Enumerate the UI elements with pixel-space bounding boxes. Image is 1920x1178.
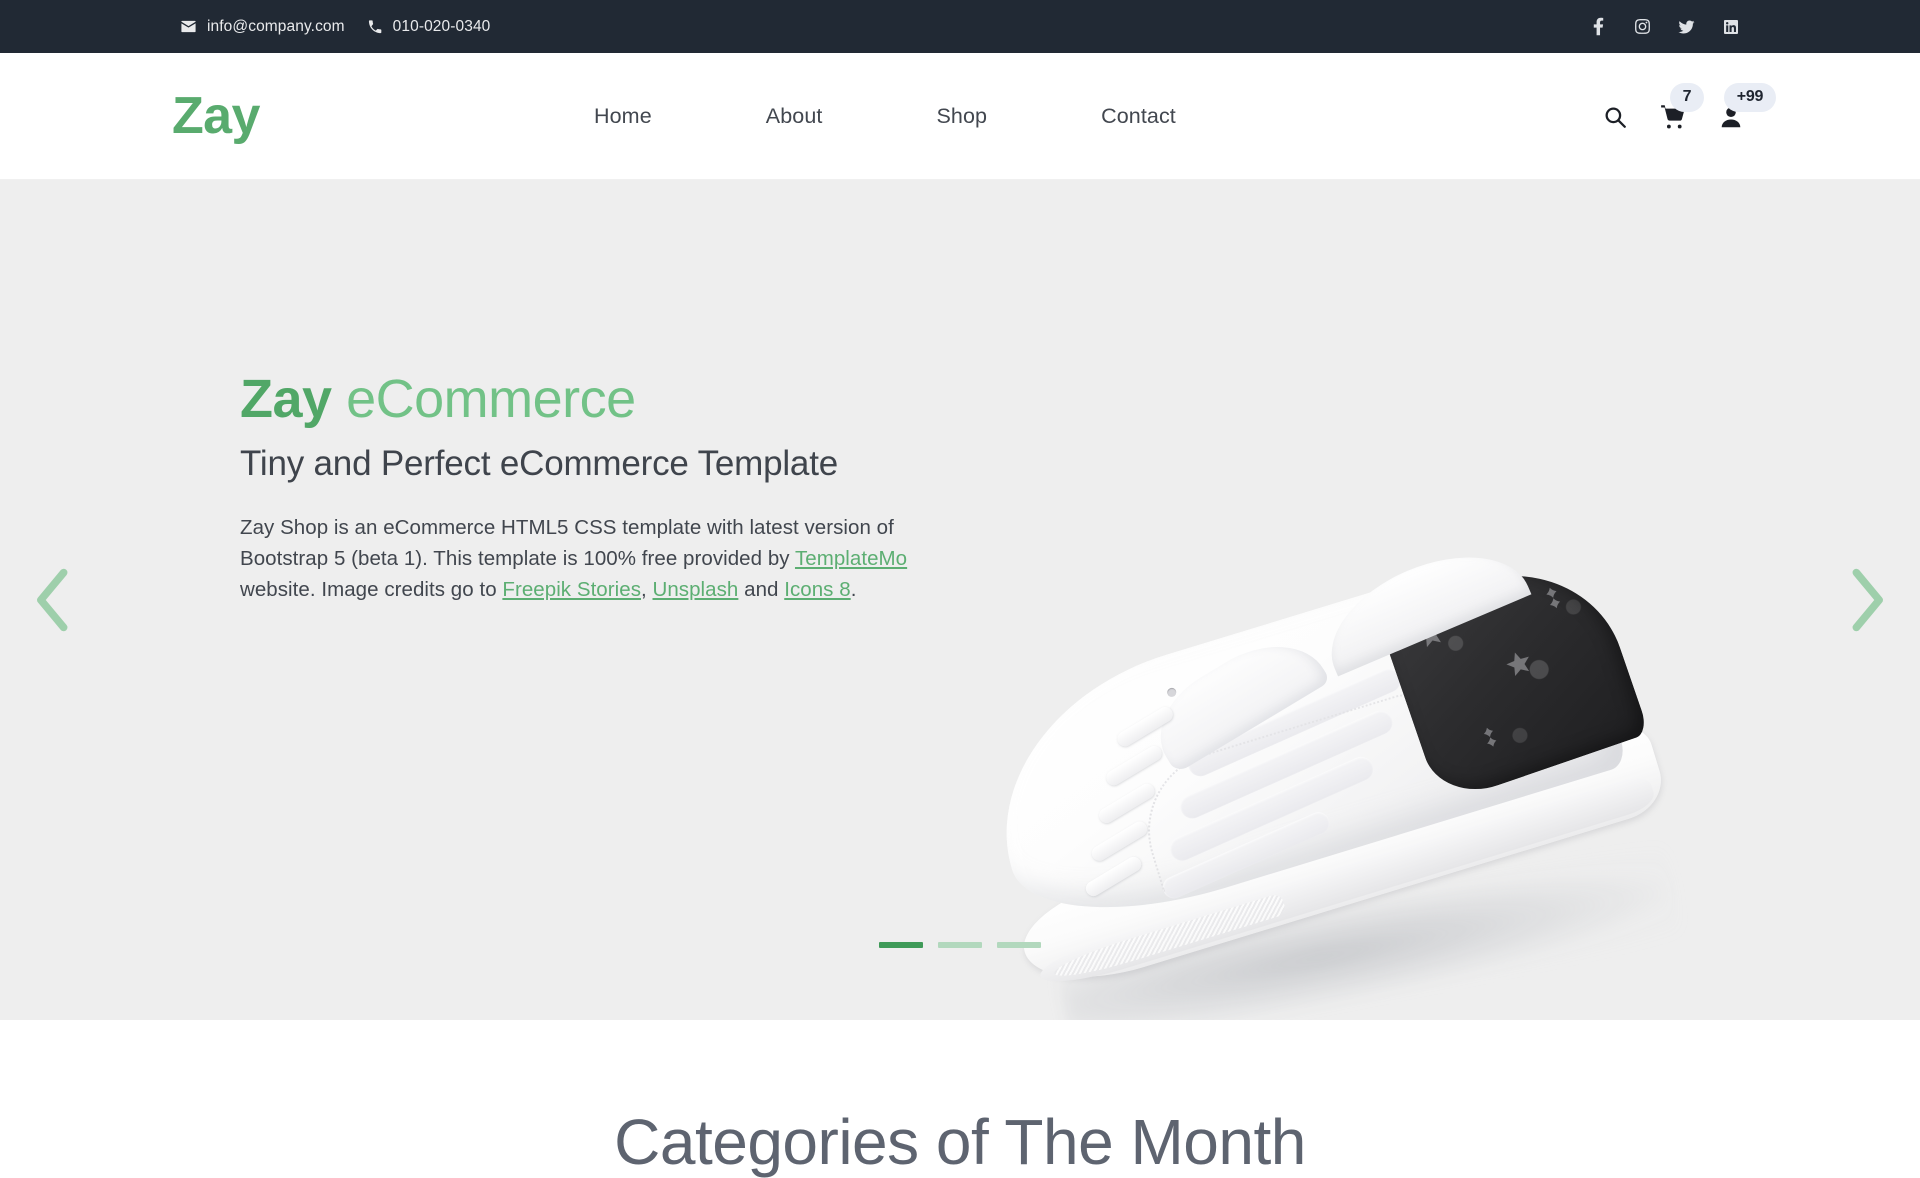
monogram-flower-icon: [1475, 720, 1513, 758]
monogram-star-icon: [1500, 646, 1538, 684]
hero-desc-part-3: ,: [641, 578, 653, 602]
chevron-right-icon: [1844, 565, 1890, 635]
monogram-flower-icon: [1537, 580, 1575, 618]
nav-item-contact[interactable]: Contact: [1063, 104, 1214, 129]
topbar-email-text: info@company.com: [207, 17, 345, 35]
primary-navigation: Home About Shop Contact: [556, 53, 1214, 180]
hero-subtitle: Tiny and Perfect eCommerce Template: [240, 444, 838, 484]
account-button[interactable]: +99: [1702, 82, 1776, 139]
cart-count-badge: 7: [1670, 82, 1704, 112]
hero-desc-part-5: .: [850, 578, 857, 602]
navbar-action-icons: 7 +99: [1586, 53, 1776, 180]
hero-description: Zay Shop is an eCommerce HTML5 CSS templ…: [240, 512, 940, 605]
sneaker-illustration: [894, 389, 1715, 1020]
twitter-icon[interactable]: [1677, 17, 1696, 36]
search-button[interactable]: [1586, 95, 1644, 139]
categories-title: Categories of The Month: [614, 1105, 1306, 1178]
categories-section: Categories of The Month: [0, 1020, 1920, 1178]
carousel-indicator-1[interactable]: [879, 942, 923, 948]
carousel-next-button[interactable]: [1832, 555, 1902, 645]
link-icons8[interactable]: Icons 8: [784, 578, 850, 601]
carousel-indicator-2[interactable]: [938, 942, 982, 948]
topbar-phone-link[interactable]: 010-020-0340: [367, 18, 491, 36]
topbar-phone-text: 010-020-0340: [392, 17, 491, 35]
link-freepik-stories[interactable]: Freepik Stories: [502, 578, 641, 601]
nav-item-shop[interactable]: Shop: [898, 104, 1025, 129]
social-links-group: [1589, 0, 1740, 53]
linkedin-icon[interactable]: [1721, 17, 1740, 36]
topbar-contact-group: info@company.com 010-020-0340: [180, 18, 490, 36]
search-icon: [1602, 104, 1628, 130]
hero-copy-block: Zay eCommerce Tiny and Perfect eCommerce…: [240, 369, 940, 606]
main-navbar: Zay Home About Shop Contact 7 +99: [0, 53, 1920, 180]
envelope-icon: [180, 18, 197, 35]
phone-icon: [367, 19, 383, 35]
hero-slide: Zay eCommerce Tiny and Perfect eCommerce…: [0, 180, 1920, 1020]
hero-product-image: [955, 480, 1685, 1020]
cart-button[interactable]: 7: [1644, 82, 1704, 139]
nav-item-home[interactable]: Home: [556, 104, 690, 129]
carousel-prev-button[interactable]: [18, 555, 88, 645]
facebook-icon[interactable]: [1589, 17, 1608, 36]
hero-title: Zay eCommerce: [240, 369, 940, 429]
link-templatemo[interactable]: TemplateMo: [795, 547, 907, 570]
instagram-icon[interactable]: [1633, 17, 1652, 36]
site-logo[interactable]: Zay: [172, 90, 260, 142]
notification-count-badge: +99: [1724, 82, 1776, 112]
hero-desc-part-2: website. Image credits go to: [240, 578, 503, 602]
link-unsplash[interactable]: Unsplash: [653, 578, 739, 601]
hero-title-rest: eCommerce: [331, 369, 636, 429]
top-contact-bar: info@company.com 010-020-0340: [0, 0, 1920, 53]
topbar-email-link[interactable]: info@company.com: [180, 18, 345, 36]
carousel-indicator-3[interactable]: [997, 942, 1041, 948]
hero-desc-part-4: and: [738, 578, 785, 602]
chevron-left-icon: [30, 565, 76, 635]
hero-title-strong: Zay: [240, 369, 332, 429]
hero-carousel: Zay eCommerce Tiny and Perfect eCommerce…: [0, 180, 1920, 1020]
carousel-indicators: [0, 942, 1920, 948]
nav-item-about[interactable]: About: [728, 104, 861, 129]
